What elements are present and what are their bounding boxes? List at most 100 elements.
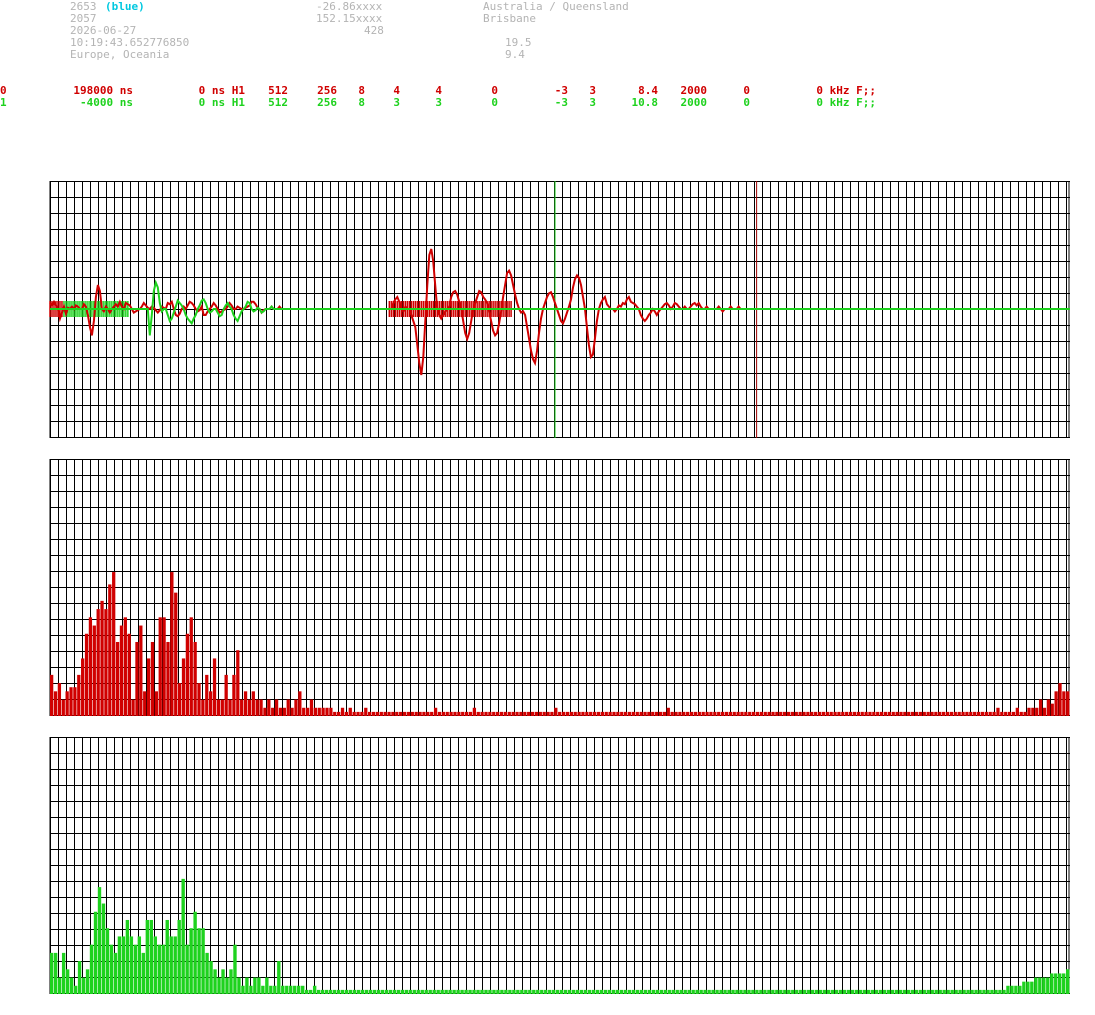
spectrum-chart-green — [49, 737, 1070, 994]
spectrum-bar — [50, 674, 54, 716]
channel-1-field-2: 0 ns H1 — [198, 96, 245, 109]
spectrum-bar — [241, 985, 245, 994]
spectrum-bar — [135, 641, 139, 716]
spectrum-bar — [484, 989, 488, 994]
spectrum-bar — [89, 944, 94, 994]
spectrum-bar — [507, 711, 511, 716]
spectrum-bar — [599, 989, 604, 994]
spectrum-bar — [735, 989, 739, 994]
spectrum-bar — [294, 699, 298, 716]
spectrum-bar — [794, 711, 798, 716]
spectrum-bar — [193, 641, 197, 716]
spectrum-bar — [560, 989, 564, 994]
spectrum-bar — [430, 711, 434, 716]
spectrum-bar — [930, 711, 934, 716]
spectrum-bar — [420, 989, 424, 994]
spectrum-bar — [441, 711, 445, 716]
spectrum-bar — [515, 711, 519, 716]
spectrum-bar — [802, 711, 806, 716]
spectrum-bar — [289, 985, 293, 994]
spectrum-bar — [973, 711, 977, 716]
spectrum-bar — [197, 683, 201, 716]
spectrum-bar — [675, 989, 679, 994]
spectrum-bar — [368, 711, 372, 716]
spectrum-bar — [166, 641, 170, 716]
spectrum-bar — [954, 989, 958, 994]
spectrum-bar — [383, 711, 387, 716]
spectrum-bar — [278, 707, 283, 716]
spectrum-bar — [492, 989, 496, 994]
spectrum-bar — [1011, 711, 1016, 716]
spectrum-bar — [651, 989, 656, 994]
spectrum-bar — [85, 969, 90, 994]
spectrum-bar — [604, 711, 608, 716]
spectrum-bar — [1046, 977, 1050, 994]
spectrum-bar — [305, 707, 310, 716]
spectrum-bar — [1062, 691, 1066, 716]
spectrum-bar — [356, 711, 360, 716]
spectrum-bar — [233, 944, 237, 994]
spectrum-bar — [408, 989, 412, 994]
spectrum-bar — [286, 699, 290, 716]
spectrum-bar — [655, 989, 660, 994]
spectrum-bar — [775, 711, 779, 716]
spectrum-bar — [581, 711, 585, 716]
spectrum-bar — [464, 711, 469, 716]
spectrum-bar — [468, 989, 472, 994]
spectrum-bar — [713, 711, 717, 716]
spectrum-bar — [1023, 711, 1027, 716]
spectrum-bar — [984, 711, 988, 716]
spectrum-bar — [695, 989, 699, 994]
spectrum-bar — [337, 711, 341, 716]
spectrum-bar — [699, 989, 703, 994]
spectrum-bar — [872, 711, 876, 716]
spectrum-bar — [437, 711, 442, 716]
spectrum-bar — [639, 989, 644, 994]
spectrum-bar — [711, 989, 715, 994]
spectrum-bar — [484, 711, 488, 716]
spectrum-bar — [830, 989, 835, 994]
spectrum-bar — [536, 989, 540, 994]
spectrum-bar — [950, 989, 954, 994]
spectrum-bar — [1031, 707, 1035, 716]
spectrum-bar — [565, 711, 570, 716]
spectrum-bar — [740, 711, 744, 716]
spectrum-bar — [930, 989, 934, 994]
spectrum-bar — [131, 699, 135, 716]
spectrum-bar — [516, 989, 520, 994]
spectrum-bar — [380, 989, 385, 994]
spectrum-bar — [926, 989, 930, 994]
spectrum-bar — [150, 641, 155, 716]
spectrum-bar — [550, 711, 554, 716]
spectrum-bar — [263, 707, 267, 716]
spectrum-bar — [53, 952, 58, 994]
spectrum-bar — [193, 911, 197, 994]
spectrum-bar — [966, 989, 970, 994]
spectrum-bar — [1066, 691, 1070, 716]
spectrum-bar — [301, 985, 305, 994]
spectrum-bar — [810, 711, 814, 716]
spectrum-bar — [852, 711, 857, 716]
spectrum-bar — [906, 989, 911, 994]
spectrum-bar — [267, 699, 271, 716]
spectrum-bar — [217, 977, 221, 994]
spectrum-bar — [255, 699, 259, 716]
spectrum-bar — [895, 711, 899, 716]
spectrum-bar — [157, 944, 161, 994]
spectrum-bar — [340, 707, 345, 716]
spectrum-bar — [257, 977, 261, 994]
spectrum-bar — [806, 711, 810, 716]
spectrum-bar — [181, 878, 185, 994]
spectrum-bar — [181, 658, 186, 716]
spectrum-bar — [1038, 977, 1042, 994]
spectrum-bar — [285, 985, 289, 994]
spectrum-bar — [1058, 973, 1062, 994]
spectrum-bar — [340, 989, 345, 994]
spectrum-bar — [305, 989, 309, 994]
spectrum-bar — [771, 711, 775, 716]
spectrum-bar — [412, 989, 416, 994]
spectrum-bar — [53, 691, 58, 716]
spectrum-bar — [308, 989, 313, 994]
spectrum-bar — [433, 707, 438, 716]
spectrum-bar — [962, 989, 966, 994]
